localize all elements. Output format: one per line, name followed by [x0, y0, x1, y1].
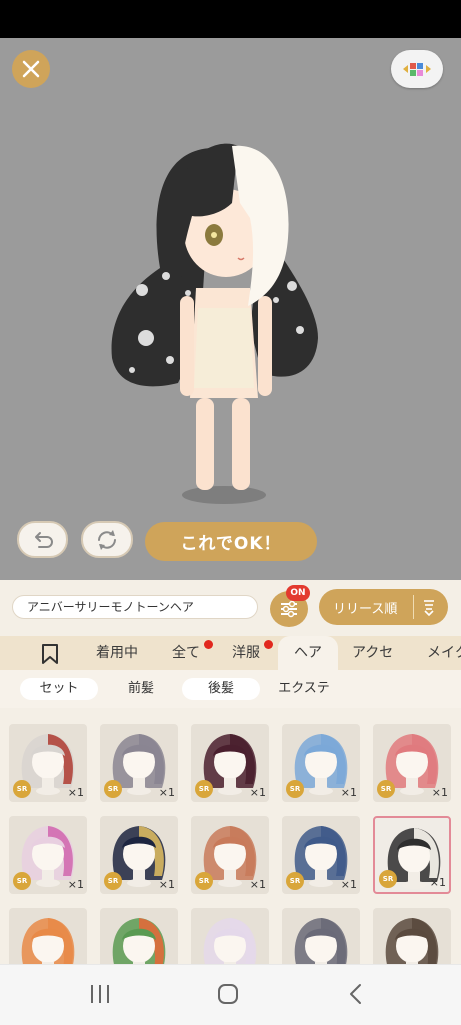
rarity-badge: SR	[286, 780, 304, 798]
hair-item-card[interactable]	[282, 908, 360, 964]
filter-on-badge: ON	[286, 585, 310, 601]
recent-apps-icon[interactable]	[88, 983, 112, 1005]
status-bar	[0, 0, 461, 38]
hair-item-card[interactable]: SR ×1	[191, 724, 269, 802]
category-tabs: 着用中 全て 洋服 ヘア アクセ メイク	[0, 636, 461, 670]
undo-icon	[34, 531, 53, 548]
confirm-ok-button[interactable]: これでOK！	[145, 522, 317, 561]
hair-item-card[interactable]: SR ×1	[100, 816, 178, 894]
hair-item-thumbnail	[21, 918, 75, 964]
hair-item-card[interactable]: SR ×1	[100, 724, 178, 802]
rarity-badge: SR	[379, 870, 397, 888]
hair-item-card[interactable]: SR ×1	[373, 724, 451, 802]
sort-label: リリース順	[333, 602, 398, 617]
hair-item-card[interactable]: SR ×1	[282, 724, 360, 802]
filter-bar: アニバーサリーモノトーンヘア ON リリース順	[0, 580, 461, 636]
subtab-back-hair[interactable]: 後髪	[182, 678, 260, 700]
item-quantity: ×1	[158, 878, 175, 891]
tab-clothes-notification-dot	[264, 640, 273, 649]
home-icon[interactable]	[216, 982, 240, 1006]
hair-item-card[interactable]: SR ×1	[373, 816, 451, 894]
avatar-preview: これでOK！	[0, 38, 461, 580]
hair-item-card[interactable]: SR ×1	[191, 816, 269, 894]
rarity-badge: SR	[195, 872, 213, 890]
search-field[interactable]: アニバーサリーモノトーンヘア	[12, 595, 258, 619]
rotate-button[interactable]	[81, 521, 133, 558]
hair-item-thumbnail	[294, 918, 348, 964]
subtab-bangs[interactable]: 前髪	[110, 678, 172, 700]
tab-all-notification-dot	[204, 640, 213, 649]
rarity-badge: SR	[13, 872, 31, 890]
hair-subtabs: セット 前髪 後髪 エクステ	[0, 670, 461, 708]
bookmark-tab[interactable]	[40, 643, 60, 669]
system-nav-bar	[0, 964, 461, 1025]
item-quantity: ×1	[67, 878, 84, 891]
hair-item-card[interactable]: SR ×1	[9, 816, 87, 894]
rotate-icon	[98, 529, 116, 550]
tab-hair[interactable]: ヘア	[278, 636, 338, 670]
hair-item-card[interactable]: SR ×1	[282, 816, 360, 894]
tab-all[interactable]: 全て	[172, 636, 200, 670]
tab-makeup[interactable]: メイク	[427, 636, 461, 670]
tab-clothes[interactable]: 洋服	[232, 636, 260, 670]
tab-wearing[interactable]: 着用中	[96, 636, 138, 670]
rarity-badge: SR	[104, 780, 122, 798]
hair-item-grid: SR ×1 SR ×1 SR ×1 SR ×1 SR ×1 SR ×1 SR ×1 SR ×1 SR ×1 SR ×1	[0, 708, 461, 964]
hair-item-card[interactable]	[9, 908, 87, 964]
back-icon[interactable]	[346, 982, 366, 1006]
item-quantity: ×1	[340, 786, 357, 799]
rarity-badge: SR	[195, 780, 213, 798]
close-button[interactable]	[12, 50, 50, 88]
undo-button[interactable]	[17, 521, 68, 558]
hair-item-card[interactable]: SR ×1	[9, 724, 87, 802]
rarity-badge: SR	[13, 780, 31, 798]
item-quantity: ×1	[67, 786, 84, 799]
tab-accessories[interactable]: アクセ	[352, 636, 393, 670]
item-quantity: ×1	[249, 786, 266, 799]
rarity-badge: SR	[104, 872, 122, 890]
hair-item-thumbnail	[203, 918, 257, 964]
rarity-badge: SR	[286, 872, 304, 890]
sliders-icon	[281, 600, 297, 618]
close-icon	[22, 60, 40, 78]
item-quantity: ×1	[431, 786, 448, 799]
hair-item-card[interactable]	[373, 908, 451, 964]
bookmark-icon	[42, 644, 58, 664]
item-quantity: ×1	[158, 786, 175, 799]
item-quantity: ×1	[249, 878, 266, 891]
item-quantity: ×1	[340, 878, 357, 891]
item-quantity: ×1	[429, 876, 446, 889]
color-palette-button[interactable]	[391, 50, 443, 88]
hair-item-card[interactable]	[191, 908, 269, 964]
sort-divider	[413, 595, 414, 619]
hair-item-card[interactable]	[100, 908, 178, 964]
sort-icon	[424, 600, 434, 616]
sort-order-button[interactable]: リリース順	[319, 589, 448, 625]
character-illustration	[111, 143, 318, 504]
hair-item-thumbnail	[112, 918, 166, 964]
subtab-set[interactable]: セット	[20, 678, 98, 700]
hair-item-thumbnail	[385, 918, 439, 964]
rarity-badge: SR	[377, 780, 395, 798]
subtab-extensions[interactable]: エクステ	[268, 678, 340, 700]
palette-icon	[403, 63, 431, 76]
